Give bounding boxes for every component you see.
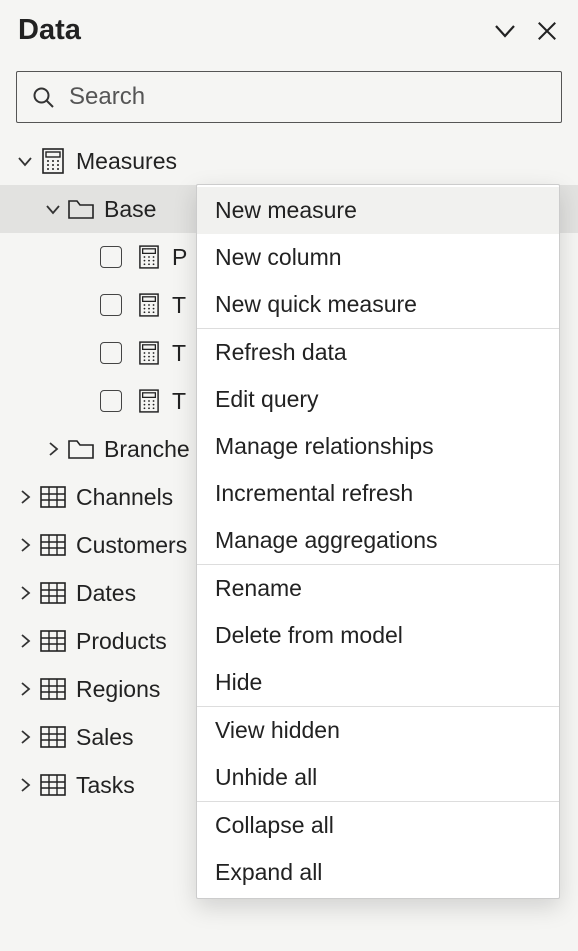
chevron-right-icon [16, 680, 34, 698]
tree-node-label: Customers [76, 532, 187, 559]
collapse-chevron-icon[interactable] [492, 18, 518, 44]
chevron-right-icon [44, 440, 62, 458]
header-icons [492, 18, 560, 44]
tree-node-measures[interactable]: Measures [0, 137, 578, 185]
menu-item-expand-all[interactable]: Expand all [197, 849, 559, 896]
menu-item-manage-aggregations[interactable]: Manage aggregations [197, 517, 559, 564]
measure-table-icon [40, 148, 66, 174]
search-box[interactable] [16, 71, 562, 123]
measure-icon [136, 388, 162, 414]
measure-icon [136, 292, 162, 318]
menu-item-manage-relationships[interactable]: Manage relationships [197, 423, 559, 470]
menu-item-refresh-data[interactable]: Refresh data [197, 329, 559, 376]
tree-node-label: Regions [76, 676, 160, 703]
tree-node-label: T [172, 292, 186, 319]
measure-icon [136, 340, 162, 366]
menu-item-new-measure[interactable]: New measure [197, 187, 559, 234]
tree-node-label: Channels [76, 484, 173, 511]
menu-item-collapse-all[interactable]: Collapse all [197, 802, 559, 849]
table-icon [40, 484, 66, 510]
chevron-down-icon [44, 200, 62, 218]
field-checkbox[interactable] [100, 390, 122, 412]
menu-item-hide[interactable]: Hide [197, 659, 559, 706]
menu-item-incremental-refresh[interactable]: Incremental refresh [197, 470, 559, 517]
tree-node-label: Branche [104, 436, 190, 463]
data-pane: Data Measures [0, 0, 578, 951]
chevron-right-icon [16, 536, 34, 554]
folder-icon [68, 436, 94, 462]
context-menu: New measure New column New quick measure… [196, 184, 560, 899]
table-icon [40, 532, 66, 558]
table-icon [40, 724, 66, 750]
menu-item-view-hidden[interactable]: View hidden [197, 707, 559, 754]
table-icon [40, 676, 66, 702]
pane-header: Data [0, 0, 578, 57]
chevron-right-icon [16, 728, 34, 746]
chevron-right-icon [16, 488, 34, 506]
menu-item-delete-from-model[interactable]: Delete from model [197, 612, 559, 659]
close-icon[interactable] [534, 18, 560, 44]
menu-item-new-quick-measure[interactable]: New quick measure [197, 281, 559, 328]
tree-node-label: P [172, 244, 187, 271]
menu-item-unhide-all[interactable]: Unhide all [197, 754, 559, 801]
chevron-right-icon [16, 632, 34, 650]
tree-node-label: Measures [76, 148, 177, 175]
measure-icon [136, 244, 162, 270]
tree-node-label: T [172, 388, 186, 415]
field-checkbox[interactable] [100, 246, 122, 268]
search-icon [31, 85, 55, 109]
menu-item-edit-query[interactable]: Edit query [197, 376, 559, 423]
field-checkbox[interactable] [100, 294, 122, 316]
tree-node-label: Tasks [76, 772, 135, 799]
field-checkbox[interactable] [100, 342, 122, 364]
search-input[interactable] [67, 82, 547, 112]
tree-node-label: Base [104, 196, 156, 223]
chevron-right-icon [16, 776, 34, 794]
menu-item-new-column[interactable]: New column [197, 234, 559, 281]
table-icon [40, 628, 66, 654]
menu-item-rename[interactable]: Rename [197, 565, 559, 612]
tree-node-label: Dates [76, 580, 136, 607]
chevron-right-icon [16, 584, 34, 602]
tree-node-label: Sales [76, 724, 134, 751]
pane-title: Data [18, 14, 492, 47]
table-icon [40, 772, 66, 798]
table-icon [40, 580, 66, 606]
tree-node-label: Products [76, 628, 167, 655]
tree-node-label: T [172, 340, 186, 367]
chevron-down-icon [16, 152, 34, 170]
folder-icon [68, 196, 94, 222]
